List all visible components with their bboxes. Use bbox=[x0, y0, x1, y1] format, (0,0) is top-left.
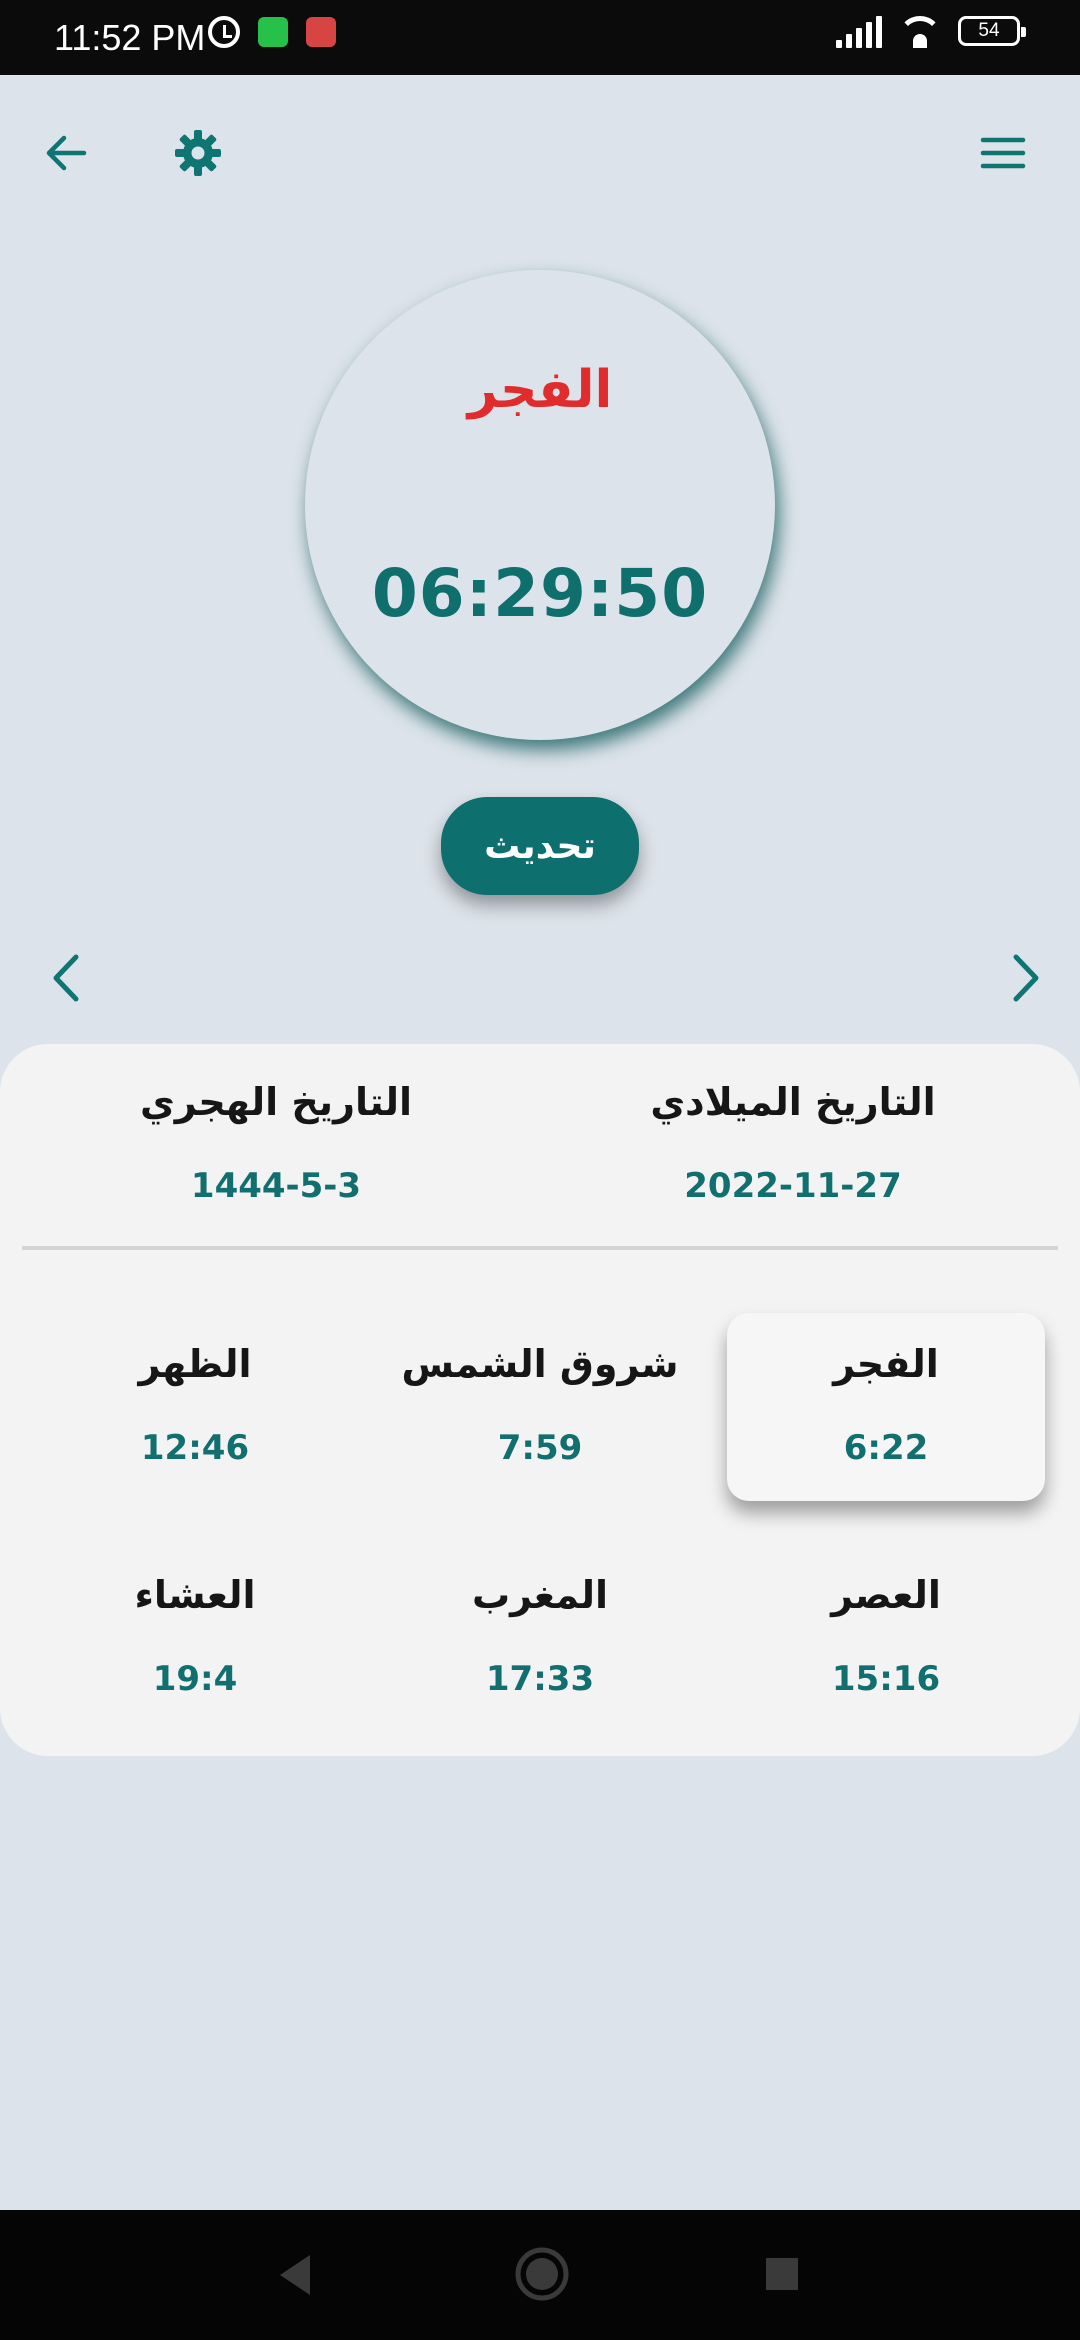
whatsapp-icon bbox=[258, 17, 288, 47]
prayer-time-asr: 15:16 bbox=[831, 1659, 941, 1699]
nav-home-icon[interactable] bbox=[512, 2244, 572, 2304]
prayer-name-fajr: الفجر bbox=[833, 1342, 939, 1386]
next-prayer-name: الفجر bbox=[467, 360, 613, 420]
nav-recents-icon[interactable] bbox=[762, 2254, 802, 2294]
hijri-date-value: 1444-5-3 bbox=[190, 1166, 362, 1206]
menu-icon[interactable] bbox=[963, 113, 1043, 193]
update-button[interactable]: تحديث bbox=[441, 797, 639, 895]
next-prayer-circle bbox=[305, 270, 775, 740]
battery-icon: 54 bbox=[958, 16, 1026, 46]
prayer-name-sunrise: شروق الشمس bbox=[401, 1342, 679, 1386]
gregorian-date-value: 2022-11-27 bbox=[684, 1166, 902, 1206]
signal-icon bbox=[836, 14, 882, 48]
prayer-time-dhuhr: 12:46 bbox=[140, 1428, 250, 1468]
nav-back-icon[interactable] bbox=[270, 2247, 320, 2303]
hijri-date-label: التاريخ الهجري bbox=[139, 1080, 413, 1124]
divider bbox=[22, 1246, 1058, 1250]
previous-day-chevron-icon[interactable] bbox=[30, 938, 100, 1018]
status-icons-right: 54 bbox=[836, 14, 1026, 48]
prayer-name-asr: العصر bbox=[831, 1573, 941, 1617]
prayer-time-fajr: 6:22 bbox=[843, 1428, 929, 1468]
status-time: 11:52 PM bbox=[54, 17, 206, 58]
prayer-time-maghrib: 17:33 bbox=[485, 1659, 595, 1699]
prayer-name-dhuhr: الظهر bbox=[138, 1342, 252, 1386]
wifi-icon bbox=[898, 14, 942, 48]
gear-icon[interactable] bbox=[158, 113, 238, 193]
prayer-name-maghrib: المغرب bbox=[471, 1573, 609, 1617]
volume-icon bbox=[306, 17, 336, 47]
prayer-time-isha: 19:4 bbox=[152, 1659, 238, 1699]
status-icons-left bbox=[208, 16, 336, 48]
countdown-timer: 06:29:50 bbox=[371, 555, 709, 632]
prayer-name-isha: العشاء bbox=[134, 1573, 256, 1617]
next-day-chevron-icon[interactable] bbox=[992, 938, 1062, 1018]
alarm-icon bbox=[208, 16, 240, 48]
back-arrow-icon[interactable] bbox=[26, 113, 106, 193]
prayer-time-sunrise: 7:59 bbox=[497, 1428, 583, 1468]
gregorian-date-label: التاريخ الميلادي bbox=[650, 1080, 936, 1124]
